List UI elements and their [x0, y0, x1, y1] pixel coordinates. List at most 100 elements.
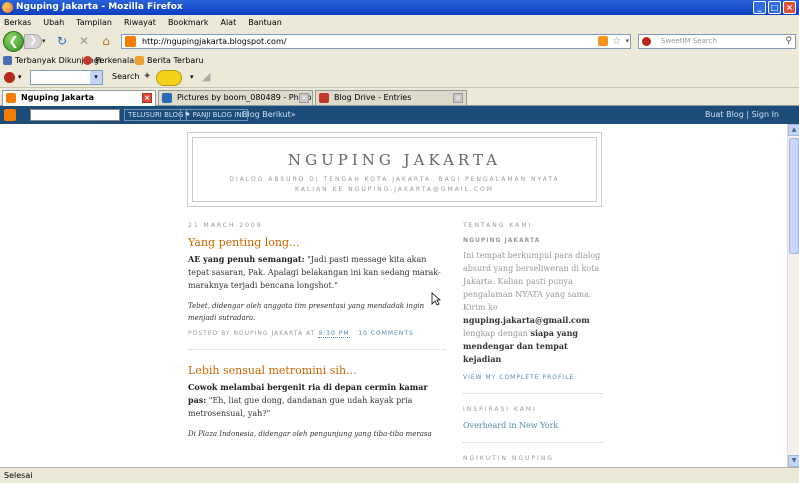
history-dropdown-icon[interactable]: ▾: [42, 37, 46, 45]
post-body: AE yang penuh semangat: "Jadi pasti mess…: [188, 253, 446, 324]
view-profile-link[interactable]: View my complete profile: [463, 374, 603, 381]
blog-description: Dialog absurd di tengah kota Jakarta. Ba…: [229, 176, 560, 193]
url-text: http://ngupingjakarta.blogspot.com/: [142, 37, 287, 46]
sweetim-logo-icon[interactable]: [4, 72, 15, 83]
tab-close-icon[interactable]: ×: [142, 93, 152, 103]
window-title-bar: Nguping Jakarta - Mozilla Firefox _ □ ×: [0, 0, 799, 15]
menu-alat[interactable]: Alat: [220, 15, 236, 30]
window-title: Nguping Jakarta - Mozilla Firefox: [16, 2, 183, 12]
create-blog-link[interactable]: Buat Blog: [705, 110, 744, 119]
about-text: Ini tempat berkumpul para dialog absurd …: [463, 249, 603, 366]
blogger-account-links: Buat Blog | Sign In: [705, 106, 779, 124]
tab-photobucket[interactable]: Pictures by boom_080489 - Photobucket ×: [158, 90, 313, 105]
search-engine-icon[interactable]: [642, 37, 651, 46]
bookmark-perkenalan[interactable]: Perkenalan: [83, 53, 139, 68]
menu-tampilan[interactable]: Tampilan: [76, 15, 112, 30]
overheard-link[interactable]: Overheard in New York: [463, 421, 603, 430]
about-description: Ini tempat berkumpul para dialog absurd …: [463, 251, 601, 312]
menu-riwayat[interactable]: Riwayat: [124, 15, 156, 30]
post-item: Lebih sensual metromini sih... Cowok mel…: [188, 364, 446, 440]
blog-search-input[interactable]: [30, 109, 120, 121]
search-blog-button[interactable]: TELUSURI BLOG: [124, 109, 188, 121]
bookmark-folder-icon: [3, 56, 12, 65]
vertical-scrollbar[interactable]: ▲ ▼: [787, 124, 799, 467]
sign-in-link[interactable]: Sign In: [752, 110, 779, 119]
comments-link[interactable]: 10 comments: [358, 330, 414, 337]
firefox-logo-icon: [2, 2, 13, 13]
bookmark-berita-terbaru[interactable]: Berita Terbaru: [135, 53, 204, 68]
post-quote: "Eh, liat gue dong, dandanan gue udah ka…: [188, 396, 413, 418]
site-favicon-icon: [125, 36, 136, 47]
about-connector: lengkap dengan: [463, 329, 528, 338]
blog-header: NGUPING JAKARTA Dialog absurd di tengah …: [187, 132, 602, 207]
forward-button[interactable]: ❯: [24, 34, 42, 49]
smiley-icon[interactable]: [156, 70, 182, 86]
status-text: Selesai: [4, 471, 33, 480]
tab-close-icon[interactable]: ×: [453, 93, 463, 103]
toolbar-search-button[interactable]: Search: [112, 72, 139, 81]
combo-dropdown-icon[interactable]: ▾: [90, 71, 102, 84]
bookmark-star-icon[interactable]: ☆: [612, 35, 621, 48]
menu-bantuan[interactable]: Bantuan: [248, 15, 282, 30]
stop-icon[interactable]: ✕: [76, 34, 92, 49]
bookmark-label: Perkenalan: [95, 56, 140, 65]
tab-close-icon[interactable]: ×: [299, 93, 309, 103]
smiley-dropdown-icon[interactable]: ▾: [190, 73, 194, 81]
rss-feed-icon[interactable]: [598, 36, 608, 46]
minimize-button[interactable]: _: [753, 1, 766, 14]
about-email: nguping.jakarta@gmail.com: [463, 315, 590, 325]
menu-berkas[interactable]: Berkas: [4, 15, 31, 30]
address-bar[interactable]: http://ngupingjakarta.blogspot.com/ ☆ ▾: [121, 34, 631, 49]
maximize-button[interactable]: □: [768, 1, 781, 14]
sidebar: Tentang Kami NGUPING JAKARTA Ini tempat …: [463, 222, 603, 462]
post-footer: Posted by Nguping Jakarta at 9:30 PM 10 …: [188, 330, 446, 350]
about-heading: Tentang Kami: [463, 222, 533, 229]
tab-favicon-icon: [6, 93, 16, 103]
blog-title[interactable]: NGUPING JAKARTA: [193, 151, 596, 169]
bookmark-label: Berita Terbaru: [147, 56, 204, 65]
toolbar-search-combo[interactable]: ▾: [30, 70, 103, 85]
search-placeholder: SweetIM Search: [661, 37, 717, 45]
close-button[interactable]: ×: [783, 1, 796, 14]
post-speaker: AE yang penuh semangat:: [188, 254, 305, 264]
divider: [463, 442, 603, 443]
tab-favicon-icon: [162, 93, 172, 103]
tab-label: Blog Drive - Entries: [334, 93, 412, 102]
menu-bookmark[interactable]: Bookmark: [168, 15, 209, 30]
rss-feed-icon: [135, 56, 144, 65]
scroll-down-icon[interactable]: ▼: [788, 455, 799, 467]
reload-icon[interactable]: ↻: [54, 34, 70, 49]
main-column: 21 March 2009 Yang penting long... AE ya…: [188, 222, 446, 440]
menu-ubah[interactable]: Ubah: [43, 15, 64, 30]
bookmark-page-icon: [83, 56, 92, 65]
next-blog-link[interactable]: Blog Berikut»: [242, 106, 296, 124]
sweetim-dropdown-icon[interactable]: ▾: [18, 73, 22, 81]
tab-label: Pictures by boom_080489 - Photobucket: [177, 93, 312, 102]
flag-blog-button[interactable]: ⚑ PANJI BLOG INI: [180, 109, 248, 121]
profile-name[interactable]: NGUPING JAKARTA: [463, 237, 603, 244]
bookmarks-toolbar: Terbanyak Dikunjungi Perkenalan Berita T…: [0, 53, 799, 68]
search-go-icon[interactable]: ⚲: [785, 35, 792, 48]
url-dropdown-icon[interactable]: ▾: [625, 35, 629, 48]
navigation-toolbar: ❮ ❯ ▾ ↻ ✕ ⌂ http://ngupingjakarta.blogsp…: [0, 30, 799, 53]
blogger-logo-icon[interactable]: [4, 109, 16, 121]
post-title[interactable]: Yang penting long...: [188, 236, 446, 249]
tab-bar: Nguping Jakarta × Pictures by boom_08048…: [0, 88, 799, 106]
home-icon[interactable]: ⌂: [98, 34, 114, 49]
post-context: Di Plaza Indonesia, didengar oleh pengun…: [188, 430, 432, 438]
follow-heading: Ngikutin Nguping: [463, 455, 554, 462]
back-button[interactable]: ❮: [3, 31, 24, 52]
post-author-prefix: Posted by Nguping Jakarta at: [188, 330, 316, 337]
date-header: 21 March 2009: [188, 222, 263, 229]
status-bar: Selesai: [0, 467, 799, 483]
scrollbar-thumb[interactable]: [789, 138, 799, 254]
post-title[interactable]: Lebih sensual metromini sih...: [188, 364, 446, 377]
search-input[interactable]: SweetIM Search ⚲: [638, 34, 796, 49]
scroll-up-icon[interactable]: ▲: [788, 124, 799, 136]
post-time-link[interactable]: 9:30 PM: [318, 330, 350, 338]
pencil-icon[interactable]: ◢: [202, 70, 210, 83]
highlight-icon[interactable]: ✦: [143, 71, 151, 82]
post-context: Tebet, didengar oleh anggota tim present…: [188, 302, 425, 322]
tab-nguping-jakarta[interactable]: Nguping Jakarta ×: [2, 90, 156, 106]
tab-blog-drive[interactable]: Blog Drive - Entries ×: [315, 90, 467, 105]
